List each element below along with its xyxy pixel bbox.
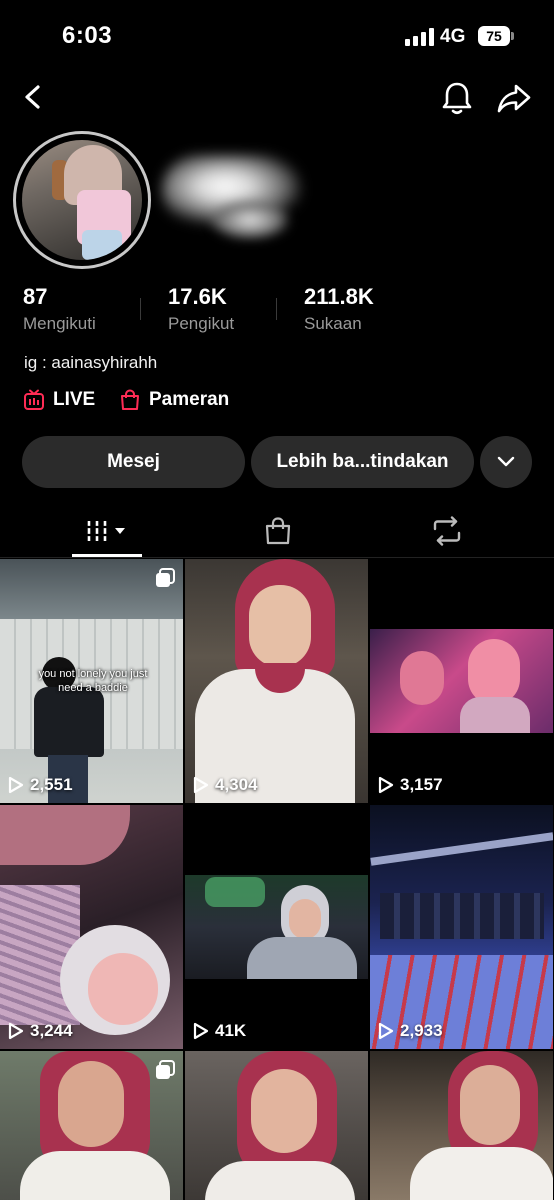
multi-photo-icon [156,1060,175,1079]
battery-icon: 75 [478,26,514,46]
video-thumbnail[interactable] [0,1051,183,1200]
view-count-value: 3,157 [400,775,443,794]
network-type: 4G [440,26,466,47]
avatar[interactable] [13,131,151,269]
tab-videos[interactable] [72,505,142,557]
video-thumbnail[interactable] [370,1051,553,1200]
following-label: Mengikuti [23,314,96,333]
followers-count: 17.6K [168,284,227,309]
video-thumbnail[interactable]: you not lonely you just need a baddie 2,… [0,559,183,803]
view-count: 41K [193,1021,246,1041]
live-label: LIVE [53,389,96,410]
bio-text: ig : aainasyhirahh [24,353,158,372]
video-caption: you not lonely you just need a baddie [38,668,148,694]
play-icon [8,776,24,794]
battery-level: 75 [478,26,510,46]
live-tv-icon [24,389,44,410]
live-link[interactable]: LIVE [23,386,95,414]
followers-label: Pengikut [168,314,235,333]
stat-following[interactable]: 87 Mengikuti [23,284,96,334]
following-count: 87 [23,284,48,309]
view-count: 3,244 [8,1021,73,1041]
tab-shop[interactable] [256,505,300,557]
showcase-label: Pameran [149,389,230,410]
shopping-bag-icon [121,389,139,410]
play-icon [193,776,209,794]
blurred-username-detail [210,200,290,240]
view-count: 4,304 [193,775,258,795]
bell-icon[interactable] [440,80,474,116]
more-actions-button[interactable]: Lebih ba...tindakan [251,436,474,488]
back-icon[interactable] [18,82,48,112]
status-bar: 6:03 4G 75 [0,0,554,70]
chevron-down-icon [497,456,515,467]
view-count-value: 2,551 [30,775,73,794]
view-count: 3,157 [378,775,443,795]
repost-icon [433,516,461,546]
video-thumbnail[interactable]: 4,304 [185,559,368,803]
shopping-bag-icon [265,517,291,545]
videos-grid-icon [85,521,125,541]
showcase-link[interactable]: Pameran [119,386,229,414]
video-thumbnail[interactable]: 41K [185,805,368,1049]
likes-label: Sukaan [304,314,362,333]
view-count-value: 3,244 [30,1021,73,1040]
message-button[interactable]: Mesej [22,436,245,488]
video-thumbnail[interactable] [185,1051,368,1200]
video-thumbnail[interactable]: 2,933 [370,805,553,1049]
view-count: 2,551 [8,775,73,795]
stat-followers[interactable]: 17.6K Pengikut [168,284,234,334]
view-count-value: 2,933 [400,1021,443,1040]
status-time: 6:03 [62,22,113,49]
tab-reposts[interactable] [425,505,469,557]
video-thumbnail[interactable]: 3,157 [370,559,553,803]
stat-likes[interactable]: 211.8K Sukaan [304,284,374,334]
expand-button[interactable] [480,436,532,488]
stat-divider [276,298,277,320]
signal-icon [405,28,435,46]
play-icon [8,1022,24,1040]
multi-photo-icon [156,568,175,587]
play-icon [378,776,394,794]
play-icon [193,1022,209,1040]
view-count-value: 4,304 [215,775,258,794]
stat-divider [140,298,141,320]
share-icon[interactable] [496,80,532,116]
view-count-value: 41K [215,1021,247,1040]
tab-divider [0,557,554,558]
avatar-photo [22,140,142,260]
video-thumbnail[interactable]: 3,244 [0,805,183,1049]
view-count: 2,933 [378,1021,443,1041]
play-icon [378,1022,394,1040]
likes-count: 211.8K [304,284,374,309]
